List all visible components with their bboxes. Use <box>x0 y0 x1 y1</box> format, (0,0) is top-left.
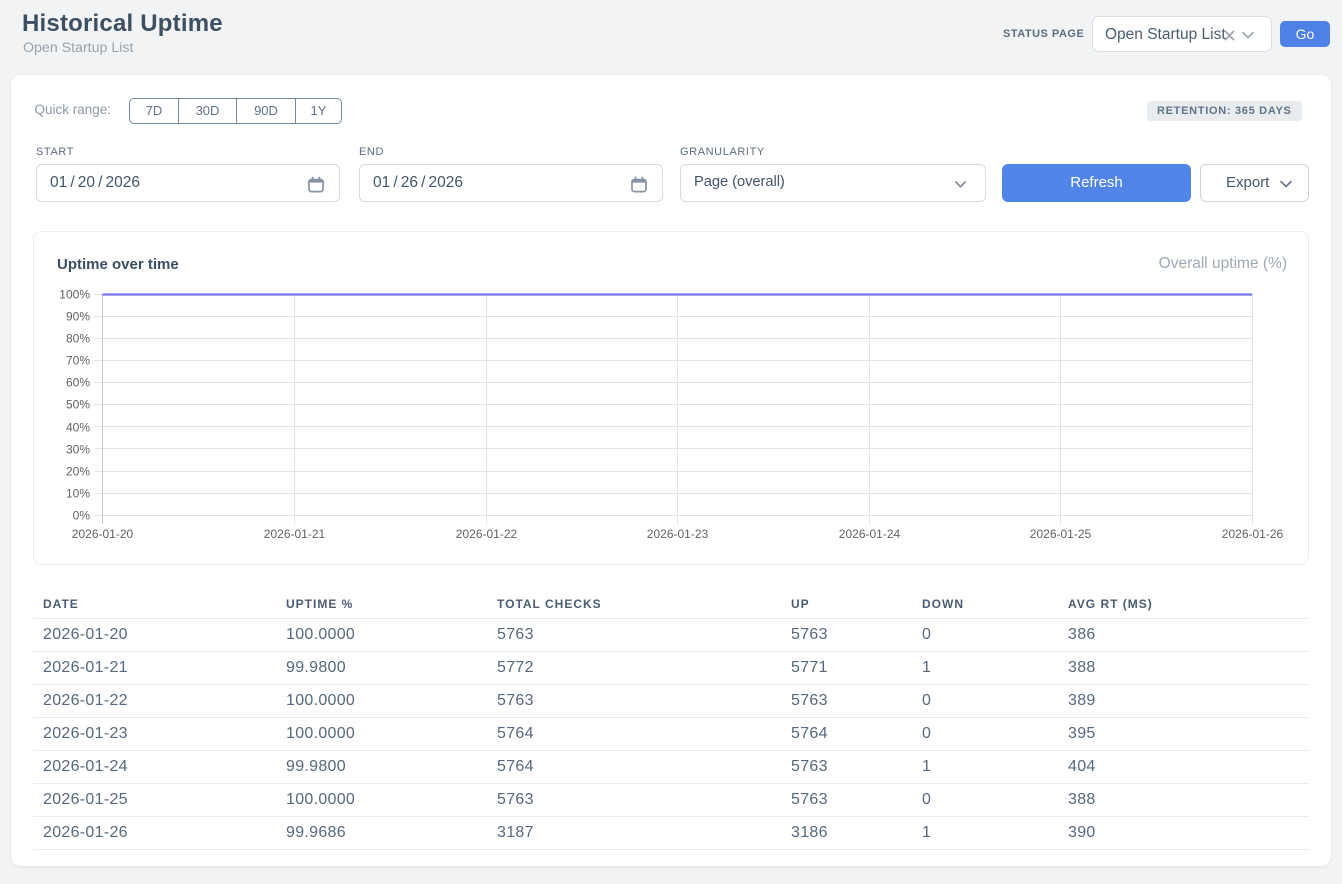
svg-text:90%: 90% <box>66 310 90 324</box>
svg-text:50%: 50% <box>66 398 90 412</box>
svg-text:30%: 30% <box>66 443 90 457</box>
svg-text:40%: 40% <box>66 421 90 435</box>
svg-text:2026-01-23: 2026-01-23 <box>647 527 709 541</box>
svg-text:60%: 60% <box>66 376 90 390</box>
svg-text:0%: 0% <box>73 509 91 523</box>
svg-text:80%: 80% <box>66 332 90 346</box>
svg-text:100%: 100% <box>59 288 90 302</box>
svg-text:2026-01-26: 2026-01-26 <box>1222 527 1284 541</box>
svg-text:2026-01-25: 2026-01-25 <box>1030 527 1092 541</box>
svg-text:2026-01-22: 2026-01-22 <box>456 527 518 541</box>
svg-text:10%: 10% <box>66 487 90 501</box>
svg-text:70%: 70% <box>66 354 90 368</box>
svg-text:2026-01-20: 2026-01-20 <box>72 527 134 541</box>
svg-text:20%: 20% <box>66 465 90 479</box>
svg-text:2026-01-21: 2026-01-21 <box>264 527 326 541</box>
svg-text:2026-01-24: 2026-01-24 <box>839 527 901 541</box>
